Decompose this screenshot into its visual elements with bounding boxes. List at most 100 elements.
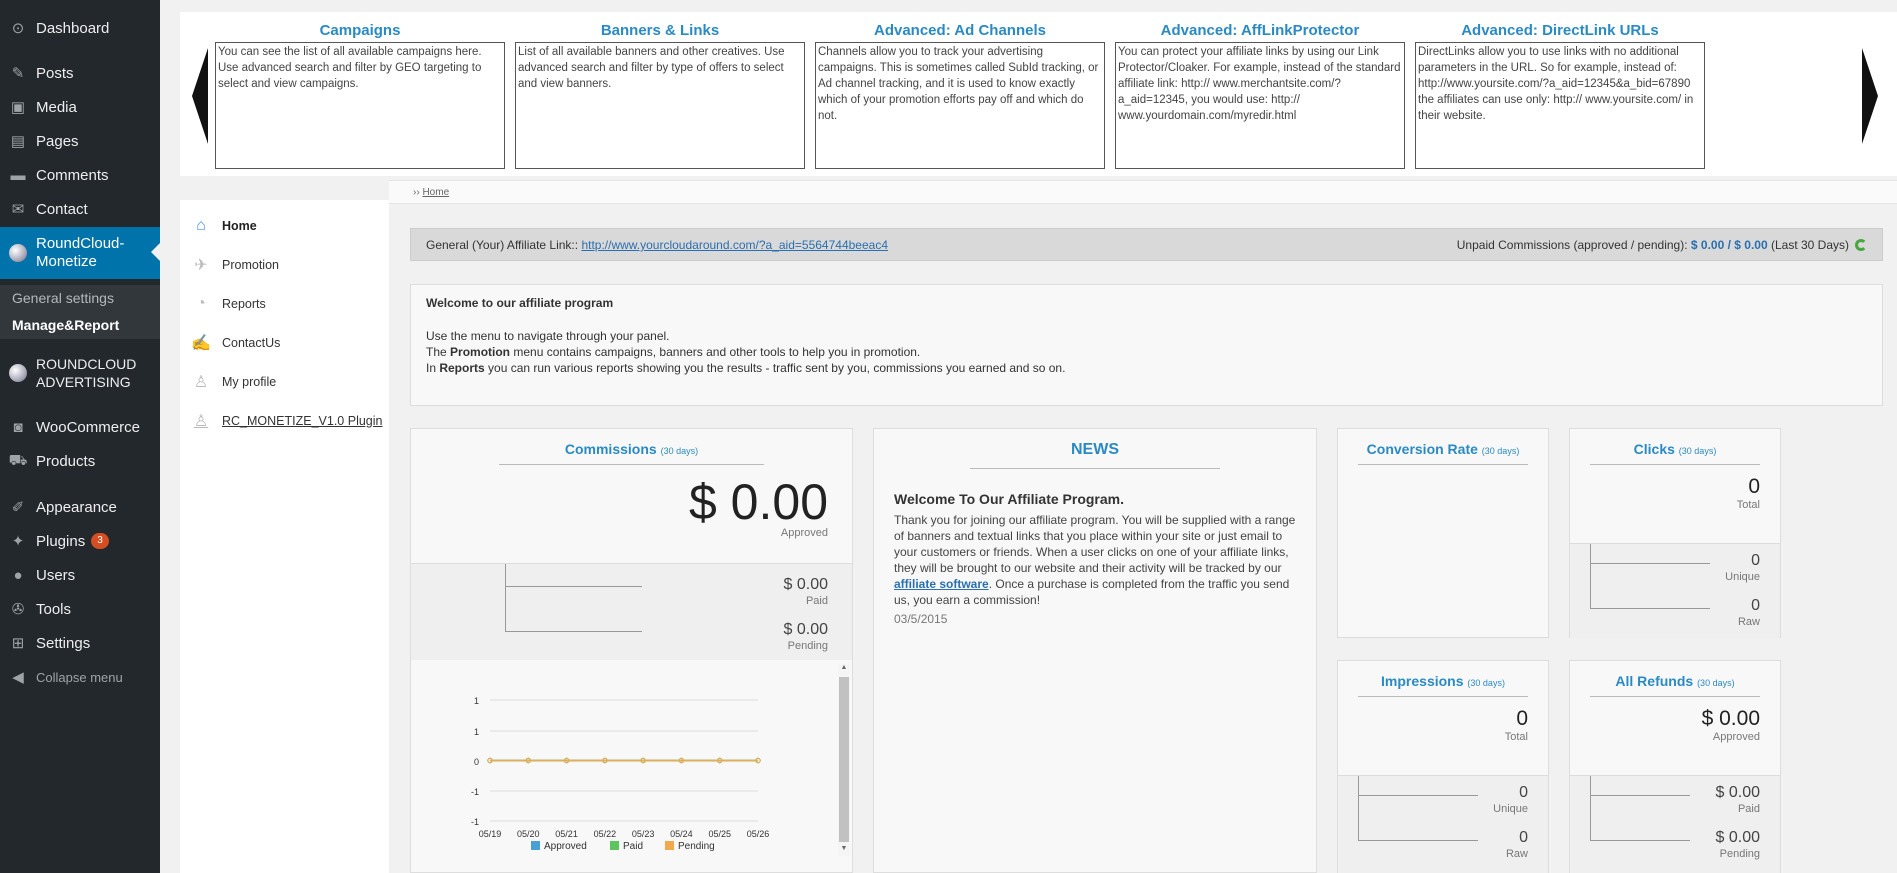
settings-icon: ⊞: [11, 635, 25, 652]
sidebar-item-label: RoundCloud-Monetize: [36, 235, 125, 270]
sidebar-item-contact[interactable]: ✉ Contact: [0, 192, 160, 226]
unpaid-value: $ 0.00 / $ 0.00: [1690, 238, 1768, 252]
refresh-icon[interactable]: [1855, 239, 1867, 251]
sidebar-item-settings[interactable]: ⊞ Settings: [0, 626, 160, 660]
sidebar-item-users[interactable]: ● Users: [0, 558, 160, 592]
clicks-raw: 0: [1751, 597, 1760, 614]
sidebar-item-woocommerce[interactable]: ◙ WooCommerce: [0, 410, 160, 444]
tip-title[interactable]: Advanced: Ad Channels: [815, 22, 1105, 42]
scroll-up-icon[interactable]: ▲: [838, 664, 850, 674]
x-tick-label: 05/26: [747, 829, 770, 839]
submenu-general-settings[interactable]: General settings: [0, 285, 160, 312]
unpaid-commissions: Unpaid Commissions (approved / pending):…: [1457, 238, 1867, 252]
menu-item-label: ContactUs: [222, 336, 281, 350]
paid-label: Paid: [805, 595, 828, 607]
sidebar-item-label: Contact: [36, 200, 88, 218]
menu-item-label: RC_MONETIZE_V1.0 Plugin: [222, 414, 383, 428]
approved-value: $ 0.00: [688, 474, 828, 530]
menu-item-promotion[interactable]: ✈ Promotion: [180, 250, 389, 280]
refunds-title: All Refunds (30 days): [1570, 673, 1780, 689]
sidebar-item-label: Users: [36, 566, 76, 584]
divider: [970, 468, 1220, 469]
tree-line: [1590, 544, 1710, 564]
sidebar-item-posts[interactable]: ✎ Posts: [0, 56, 160, 90]
carousel-prev-arrow-icon[interactable]: [192, 48, 208, 144]
menu-item-contactus[interactable]: ✍ ContactUs: [180, 328, 389, 358]
woocommerce-icon: ◙: [13, 418, 23, 436]
tip-title[interactable]: Advanced: DirectLink URLs: [1415, 22, 1705, 42]
clicks-unique-label: Unique: [1725, 571, 1760, 583]
sidebar-item-tools[interactable]: ✇ Tools: [0, 592, 160, 626]
tip-ad-channels: Advanced: Ad Channels Channels allow you …: [815, 22, 1105, 169]
dashboard-icon: ⊙: [11, 20, 25, 37]
sidebar-item-media[interactable]: ▣ Media: [0, 90, 160, 124]
posts-icon: ✎: [11, 65, 25, 82]
tree-line: [1590, 564, 1710, 609]
news-headline: Welcome To Our Affiliate Program.: [894, 491, 1125, 507]
tip-campaigns: Campaigns You can see the list of all ava…: [215, 22, 505, 169]
scroll-down-icon[interactable]: ▼: [838, 845, 850, 852]
y-tick-label: 0: [474, 757, 479, 767]
y-tick-label: 1: [474, 727, 479, 737]
tip-title[interactable]: Campaigns: [215, 22, 505, 42]
divider: [1590, 464, 1760, 465]
tree-line: [1590, 776, 1690, 796]
sidebar-item-label: ROUNDCLOUD ADVERTISING: [36, 356, 137, 390]
sidebar-item-pages[interactable]: ▤ Pages: [0, 124, 160, 158]
plugins-update-badge: 3: [91, 533, 109, 549]
affiliate-link-label: General (Your) Affiliate Link::: [426, 238, 579, 252]
sidebar-item-plugins[interactable]: ✦ Plugins 3: [0, 524, 160, 558]
reports-emphasis: Reports: [439, 361, 485, 375]
tree-line: [505, 587, 642, 632]
sidebar-item-label: Collapse menu: [36, 669, 123, 685]
submenu-manage-report[interactable]: Manage&Report: [0, 312, 160, 339]
period-text: (30 days): [1481, 446, 1520, 456]
refunds-panel: All Refunds (30 days) $ 0.00 Approved $ …: [1569, 660, 1781, 873]
news-panel: NEWS Welcome To Our Affiliate Program. T…: [873, 428, 1317, 873]
impressions-total-label: Total: [1504, 731, 1528, 743]
divider: [1358, 464, 1528, 465]
tip-text: You can protect your affiliate links by …: [1115, 42, 1405, 169]
menu-item-home[interactable]: ⌂ Home: [180, 211, 389, 241]
pending-label: Pending: [787, 640, 828, 652]
sidebar-item-appearance[interactable]: ✐ Appearance: [0, 490, 160, 524]
tip-title[interactable]: Banners & Links: [515, 22, 805, 42]
scrollbar-thumb[interactable]: [839, 677, 849, 842]
legend-label-paid: Paid: [623, 841, 643, 852]
impressions-total: 0: [1516, 707, 1528, 730]
menu-item-my-profile[interactable]: ♙ My profile: [180, 367, 389, 397]
sidebar-item-dashboard[interactable]: ⊙ Dashboard: [0, 11, 160, 45]
text: you can run various reports showing you …: [484, 361, 1066, 375]
affiliate-software-link[interactable]: affiliate software: [894, 577, 989, 591]
menu-item-reports[interactable]: ◔ Reports: [180, 289, 389, 319]
wp-admin-sidebar: ⊙ Dashboard ✎ Posts ▣ Media ▤ Pages ▬ Comment…: [0, 0, 160, 873]
tip-title[interactable]: Advanced: AffLinkProtector: [1115, 22, 1405, 42]
chart-scrollbar[interactable]: ▲ ▼: [838, 664, 850, 856]
x-tick-label: 05/21: [555, 829, 578, 839]
sidebar-item-label: Products: [36, 452, 96, 470]
affiliate-link[interactable]: http://www.yourcloudaround.com/?a_aid=55…: [581, 238, 888, 252]
breadcrumb-home-link[interactable]: Home: [422, 187, 449, 198]
sidebar-item-products[interactable]: ⛟ Products: [0, 444, 160, 478]
welcome-line-2: The Promotion menu contains campaigns, b…: [426, 344, 1867, 360]
divider: [499, 464, 764, 465]
carousel-next-arrow-icon[interactable]: [1862, 48, 1878, 144]
refunds-paid-label: Paid: [1737, 803, 1760, 815]
current-item-arrow: [151, 243, 160, 261]
impressions-unique: 0: [1519, 784, 1528, 801]
sidebar-item-comments[interactable]: ▬ Comments: [0, 158, 160, 192]
refunds-approved: $ 0.00: [1701, 707, 1760, 730]
menu-item-plugin[interactable]: ♙ RC_MONETIZE_V1.0 Plugin: [180, 406, 389, 436]
news-body: Thank you for joining our affiliate prog…: [894, 512, 1296, 608]
products-icon: ⛟: [8, 451, 28, 469]
sidebar-item-roundcloud-advertising[interactable]: ROUNDCLOUD ADVERTISING: [0, 351, 160, 395]
sidebar-item-roundcloud-monetize[interactable]: RoundCloud-Monetize: [0, 227, 160, 279]
refunds-breakdown: $ 0.00 Paid $ 0.00 Pending: [1570, 775, 1780, 873]
y-tick-label: 1: [474, 696, 479, 706]
text: The: [426, 345, 451, 359]
conversion-rate-panel: Conversion Rate (30 days): [1337, 428, 1549, 638]
divider: [1358, 696, 1528, 697]
clicks-title: Clicks (30 days): [1570, 441, 1780, 457]
clicks-breakdown: 0 Unique 0 Raw: [1570, 543, 1780, 638]
sidebar-collapse-menu[interactable]: ◀ Collapse menu: [0, 660, 160, 694]
